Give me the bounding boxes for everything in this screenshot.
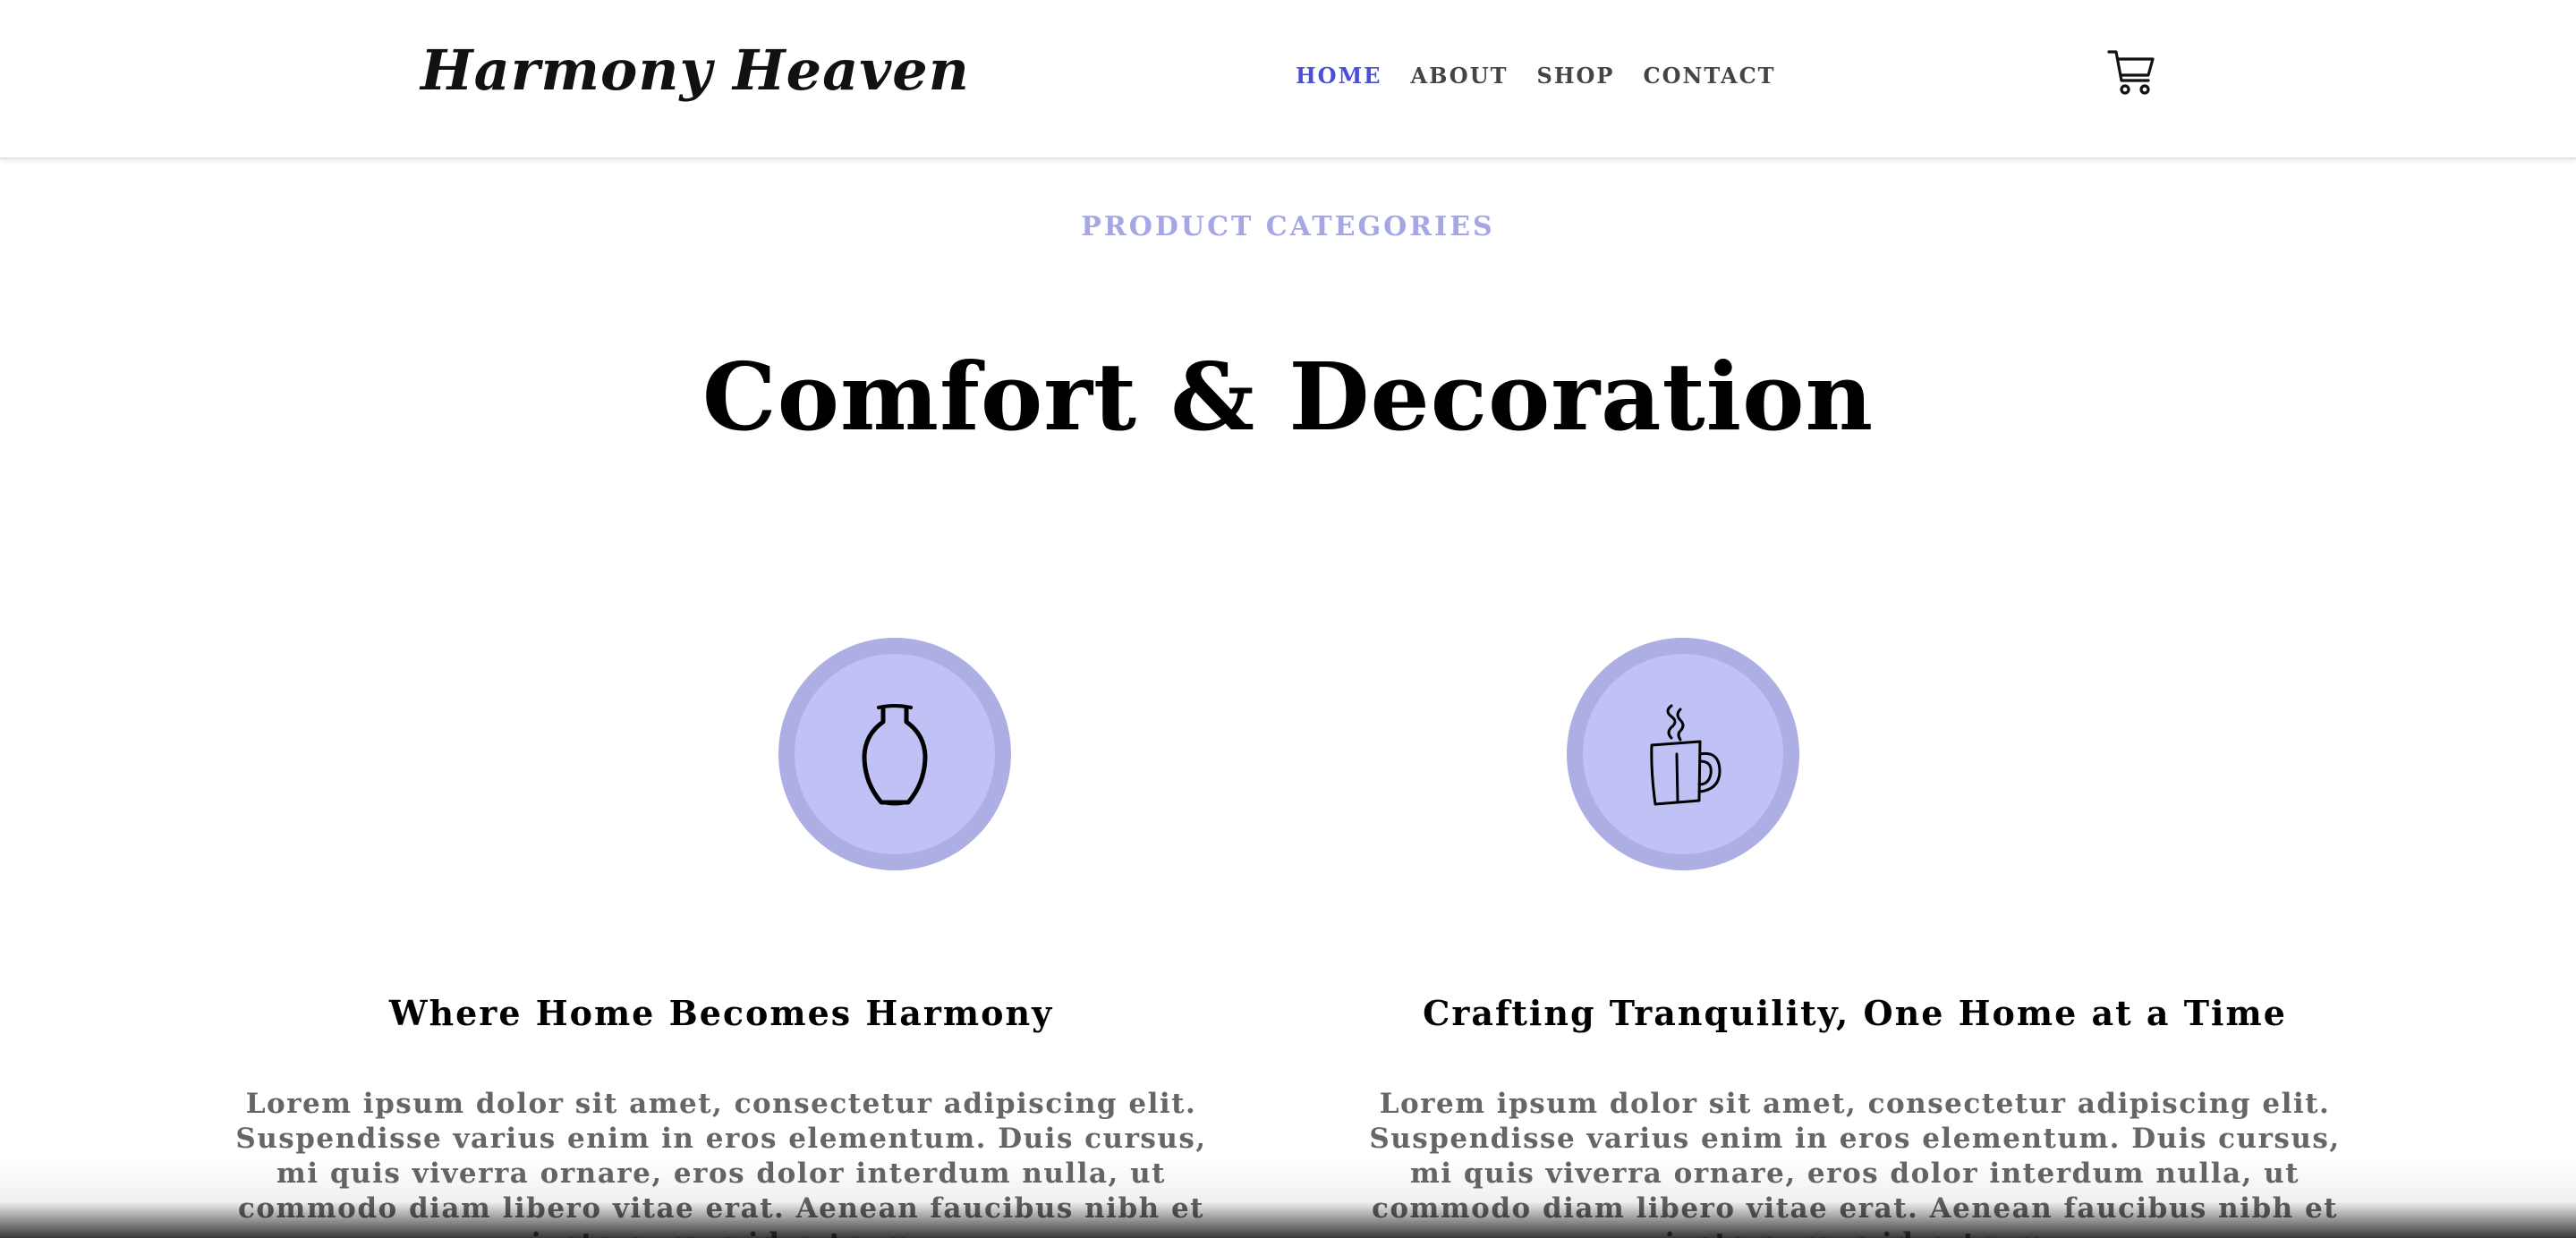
cart-icon[interactable] [2106,47,2158,100]
nav-about[interactable]: ABOUT [1410,63,1508,89]
site-logo[interactable]: Harmony Heaven [421,38,970,103]
nav-contact[interactable]: CONTACT [1643,63,1775,89]
nav-home[interactable]: HOME [1296,63,1382,89]
category-badge [1567,638,1799,870]
main-nav: HOME ABOUT SHOP CONTACT [1296,63,1776,89]
section-headline: Comfort & Decoration [701,342,1875,452]
section-eyebrow: PRODUCT CATEGORIES [1081,211,1495,242]
card-title: Where Home Becomes Harmony [388,993,1054,1033]
card-text: Lorem ipsum dolor sit amet, consectetur … [235,1088,1207,1238]
nav-shop[interactable]: SHOP [1537,63,1615,89]
site-header: Harmony Heaven HOME ABOUT SHOP CONTACT [0,0,2576,159]
category-badge [778,638,1011,870]
card-text: Lorem ipsum dolor sit amet, consectetur … [1369,1088,2341,1238]
card-title: Crafting Tranquility, One Home at a Time [1423,993,2287,1033]
